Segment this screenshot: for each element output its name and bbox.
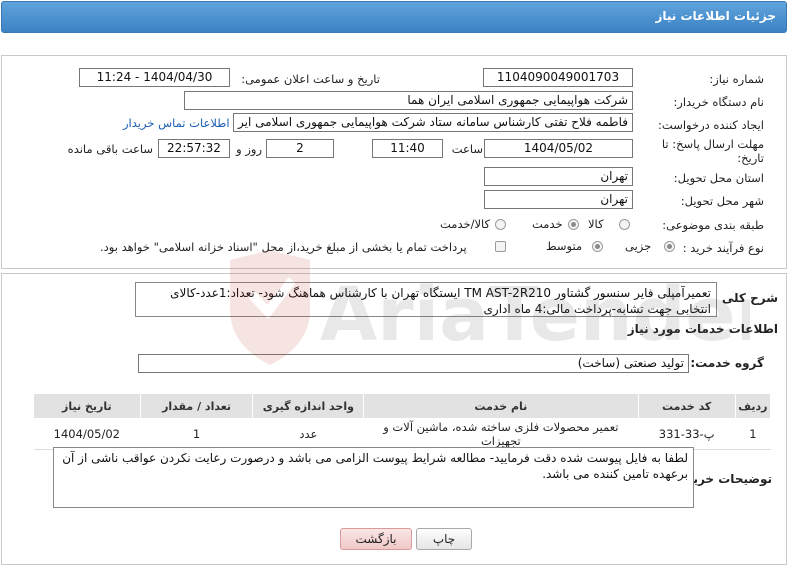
- process-label: نوع فرآیند خرید :: [682, 241, 764, 255]
- cell-unit: عدد: [252, 418, 364, 450]
- services-table: ردیف کد خدمت نام خدمت واحد اندازه گیری ت…: [33, 393, 772, 450]
- deadline-label-line1: مهلت ارسال پاسخ: تا: [661, 137, 764, 151]
- treasury-checkbox[interactable]: [495, 241, 506, 252]
- category-radio-service[interactable]: [568, 219, 579, 230]
- deadline-time-label: ساعت: [451, 142, 483, 156]
- col-date: تاریخ نیاز: [33, 393, 141, 419]
- category-option-service: خدمت: [532, 217, 563, 231]
- creator-field[interactable]: فاطمه فلاح تفتی کارشناس سامانه ستاد شرکت…: [233, 113, 633, 132]
- announce-datetime-field[interactable]: 1404/04/30 - 11:24: [79, 68, 230, 87]
- cell-qty: 1: [140, 418, 253, 450]
- province-field[interactable]: تهران: [484, 167, 633, 186]
- announce-datetime-label: تاریخ و ساعت اعلان عمومی:: [241, 72, 380, 86]
- days-remaining-field[interactable]: 2: [266, 139, 334, 158]
- remaining-time-field[interactable]: 22:57:32: [158, 139, 230, 158]
- process-radio-partial[interactable]: [664, 241, 675, 252]
- need-info-panel: [1, 55, 787, 269]
- process-radio-medium[interactable]: [592, 241, 603, 252]
- buyer-org-label: نام دستگاه خریدار:: [673, 95, 764, 109]
- service-group-label: گروه خدمت:: [690, 356, 764, 370]
- city-field[interactable]: تهران: [484, 190, 633, 209]
- title-bar: جزئیات اطلاعات نیاز: [1, 1, 787, 33]
- days-label: روز و: [236, 142, 262, 156]
- print-button[interactable]: چاپ: [416, 528, 472, 550]
- buyer-notes-textarea[interactable]: لطفا به فایل پیوست شده دقت فرمایید- مطال…: [53, 447, 694, 508]
- buyer-contact-link[interactable]: اطلاعات تماس خریدار: [123, 116, 230, 130]
- deadline-label-line2: تاریخ:: [737, 151, 764, 165]
- cell-name: تعمیر محصولات فلزی ساخته شده، ماشین آلات…: [363, 418, 639, 450]
- city-label: شهر محل تحویل:: [680, 194, 764, 208]
- category-option-goods: کالا: [588, 217, 604, 231]
- page-title: جزئیات اطلاعات نیاز: [655, 9, 776, 23]
- deadline-time-field[interactable]: 11:40: [372, 139, 443, 158]
- back-button[interactable]: بازگشت: [340, 528, 412, 550]
- treasury-note: پرداخت تمام یا بخشی از مبلغ خرید،از محل …: [100, 240, 467, 254]
- category-radio-goods-service[interactable]: [495, 219, 506, 230]
- services-table-header: ردیف کد خدمت نام خدمت واحد اندازه گیری ت…: [33, 393, 772, 419]
- col-name: نام خدمت: [363, 393, 639, 419]
- category-label: طبقه بندی موضوعی:: [662, 218, 764, 232]
- col-index: ردیف: [734, 393, 772, 419]
- need-number-field[interactable]: 1104090049001703: [483, 68, 633, 87]
- services-section-title: اطلاعات خدمات مورد نیاز: [627, 322, 778, 336]
- province-label: استان محل تحویل:: [673, 171, 764, 185]
- cell-date: 1404/05/02: [33, 418, 141, 450]
- summary-textarea[interactable]: تعمیرآمپلی فایر سنسور گشتاور TM AST-2R21…: [135, 282, 717, 317]
- cell-index: 1: [735, 418, 771, 450]
- need-number-label: شماره نیاز:: [709, 72, 764, 86]
- category-option-goods-service: کالا/خدمت: [440, 217, 491, 231]
- col-qty: تعداد / مقدار: [139, 393, 254, 419]
- col-code: کد خدمت: [637, 393, 736, 419]
- service-group-field[interactable]: تولید صنعتی (ساخت): [138, 354, 689, 373]
- remaining-time-label: ساعت باقی مانده: [67, 142, 153, 156]
- process-option-partial: جزیی: [625, 239, 652, 253]
- cell-code: پ-33-331: [638, 418, 736, 450]
- table-row[interactable]: 1 پ-33-331 تعمیر محصولات فلزی ساخته شده،…: [33, 418, 771, 450]
- col-unit: واحد اندازه گیری: [252, 393, 365, 419]
- category-radio-goods[interactable]: [619, 219, 630, 230]
- buyer-org-field[interactable]: شرکت هواپیمایی جمهوری اسلامی ایران هما: [184, 91, 633, 110]
- process-option-medium: متوسط: [546, 239, 583, 253]
- deadline-date-field[interactable]: 1404/05/02: [484, 139, 633, 158]
- creator-label: ایجاد کننده درخواست:: [658, 118, 764, 132]
